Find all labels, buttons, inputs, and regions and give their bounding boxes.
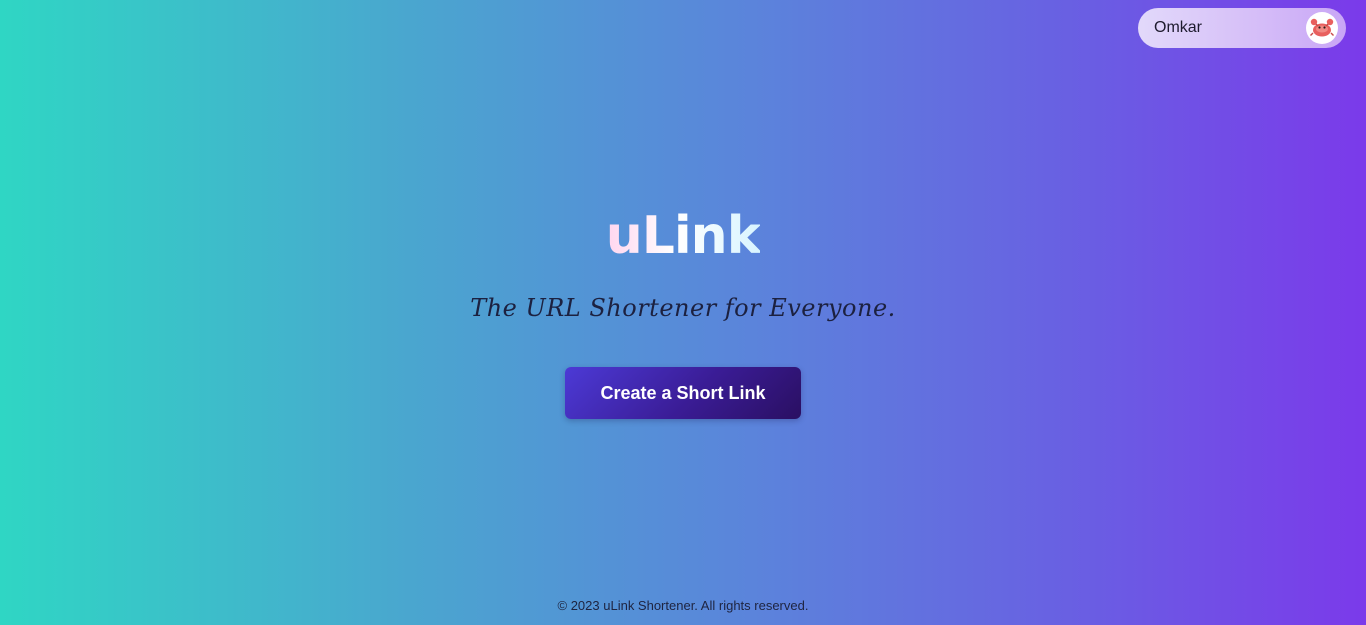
tagline: The URL Shortener for Everyone.	[470, 294, 896, 322]
create-short-link-button[interactable]: Create a Short Link	[565, 367, 801, 419]
user-menu[interactable]: Omkar	[1138, 8, 1346, 48]
user-name: Omkar	[1154, 19, 1202, 36]
crab-avatar-icon	[1310, 18, 1334, 37]
avatar[interactable]	[1306, 12, 1338, 44]
hero-section: uLink The URL Shortener for Everyone.	[0, 196, 1366, 322]
footer-copyright: © 2023 uLink Shortener. All rights reser…	[557, 598, 809, 613]
logo-text: uLink	[606, 196, 762, 276]
